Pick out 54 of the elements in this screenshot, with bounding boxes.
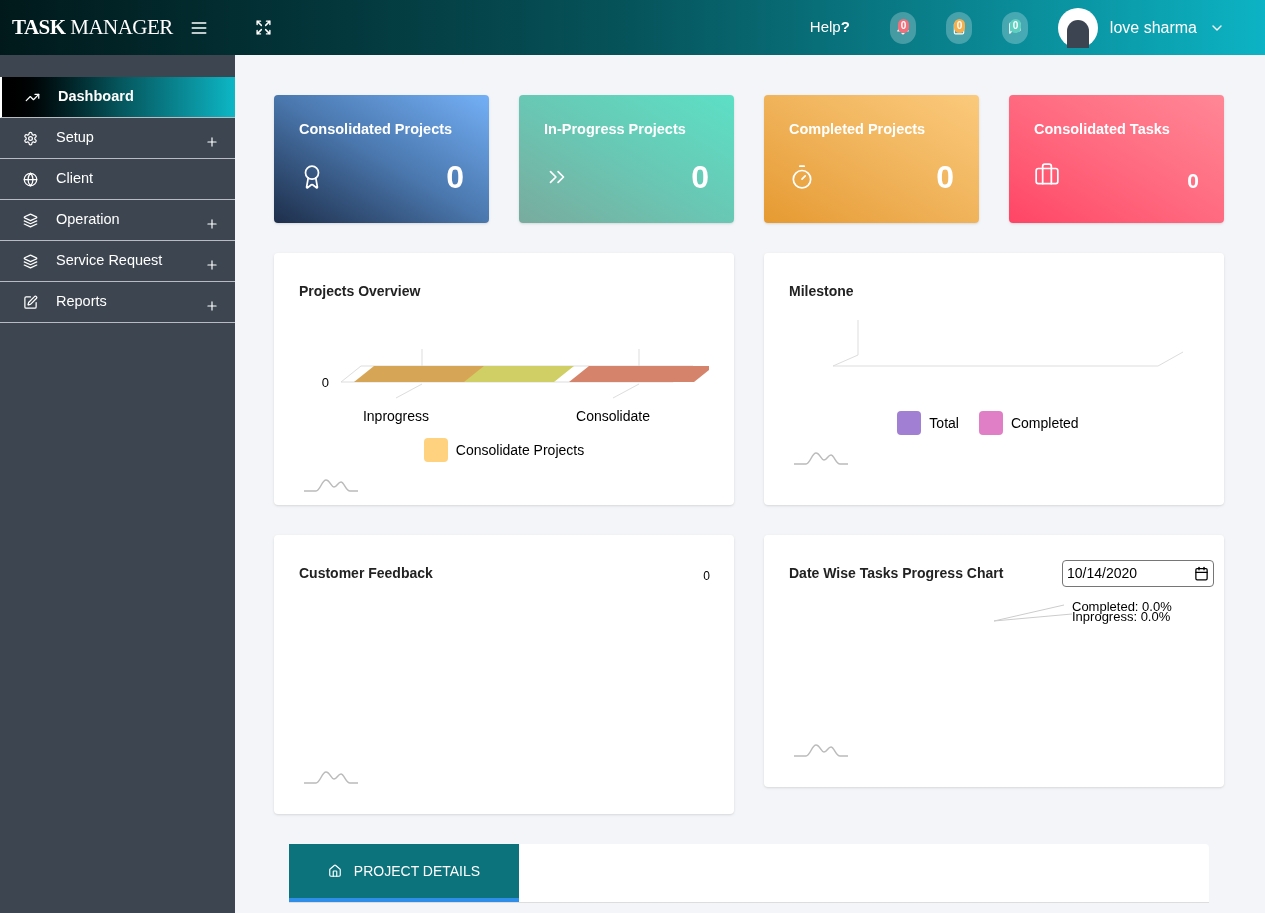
sidebar-item[interactable]: Dashboard xyxy=(0,77,235,118)
count-badge: 0 xyxy=(953,18,966,33)
stack-icon xyxy=(23,253,38,269)
tab[interactable]: PROJECT DETAILS xyxy=(289,844,519,902)
stat-title: Consolidated Projects xyxy=(299,120,454,139)
card-title: Milestone xyxy=(789,282,855,301)
stat-title: Consolidated Tasks xyxy=(1034,120,1171,139)
leader-line xyxy=(395,383,423,399)
stat-value: 0 xyxy=(691,157,709,197)
pie-slice-label: Inprogress: 0.0% xyxy=(1072,612,1171,622)
chart-logo-icon xyxy=(794,743,848,757)
legend-label: Total xyxy=(929,413,959,433)
chart-logo-icon xyxy=(794,451,848,465)
axis-category-label: Consolidate xyxy=(576,408,650,424)
sidebar-item[interactable]: Client xyxy=(0,159,235,200)
chart-logo-icon xyxy=(304,770,358,784)
plus-icon xyxy=(205,217,219,231)
stat-value: 0 xyxy=(936,157,954,197)
sidebar-item[interactable]: Setup xyxy=(0,118,235,159)
stat-value: 0 xyxy=(446,157,464,197)
stack-icon xyxy=(23,212,38,228)
globe-icon xyxy=(23,171,38,187)
stat-title: In-Progress Projects xyxy=(544,120,687,139)
stat-title: Completed Projects xyxy=(789,120,927,139)
leader-line xyxy=(612,383,640,399)
sidebar-item[interactable]: Service Request xyxy=(0,241,235,282)
briefcase-icon xyxy=(1034,161,1060,188)
pie-slice-label: Completed: 0.0% xyxy=(1072,602,1172,612)
axis-category-label: Inprogress xyxy=(362,408,430,424)
plus-icon xyxy=(205,135,219,149)
count-badge: 0 xyxy=(1009,18,1022,33)
axis-tick-label: 0 xyxy=(321,375,329,390)
plus-icon xyxy=(205,258,219,272)
legend-label: Completed xyxy=(1010,413,1079,433)
calendar-icon xyxy=(1194,566,1209,581)
legend-label: Consolidate Projects xyxy=(455,440,585,460)
stat-value: 0 xyxy=(1187,167,1199,194)
chart-logo-icon xyxy=(304,478,358,492)
sidebar-item[interactable]: Operation xyxy=(0,200,235,241)
count-badge: 0 xyxy=(897,18,910,33)
card-title: Projects Overview xyxy=(299,282,422,301)
gear-icon xyxy=(23,130,38,146)
avatar xyxy=(1057,7,1098,48)
expand-icon[interactable] xyxy=(255,19,272,36)
card-title: Customer Feedback xyxy=(299,564,433,583)
home-icon xyxy=(327,864,342,878)
edit-icon xyxy=(23,294,38,310)
plus-icon xyxy=(205,299,219,313)
date-field[interactable]: 10/14/2020 xyxy=(1062,560,1214,587)
help-link[interactable]: Help? xyxy=(809,16,850,39)
feedback-count: 0 xyxy=(703,568,710,585)
card-title: Date Wise Tasks Progress Chart xyxy=(789,564,1004,583)
sidebar-item[interactable]: Reports xyxy=(0,282,235,323)
app-logo: TASK MANAGER xyxy=(12,13,173,41)
